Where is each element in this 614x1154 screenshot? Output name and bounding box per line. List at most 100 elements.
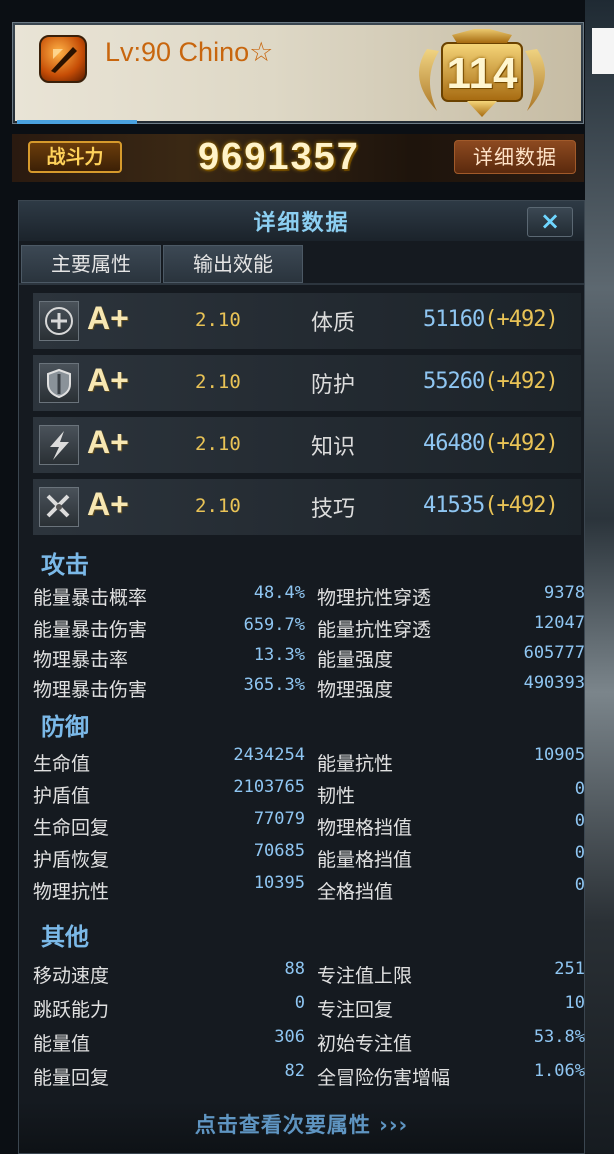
stat-label: 护盾恢复 — [33, 849, 110, 871]
player-name: Lv:90 Chino☆ — [105, 37, 274, 67]
stat-label: 韧性 — [317, 785, 356, 807]
stat-value: 51160 — [423, 307, 485, 332]
stat-name: 技巧 — [311, 497, 356, 522]
background-scene — [585, 0, 614, 1154]
stat-bonus: (+492) — [484, 369, 558, 394]
stat-grade: A+ — [87, 486, 129, 522]
tab-divider — [19, 283, 584, 285]
stat-value: 12047 — [533, 613, 585, 633]
stat-grade: A+ — [87, 424, 129, 460]
stat-coefficient: 2.10 — [195, 371, 241, 393]
combat-power-value: 9691357 — [198, 136, 360, 178]
detail-panel: 详细数据 × 主要属性 输出效能 A+ 2.10 体质 51160(+492) … — [18, 200, 585, 1154]
stat-label: 能量值 — [33, 1033, 91, 1055]
stat-label: 物理暴击伤害 — [33, 679, 148, 701]
tab-output-efficiency[interactable]: 输出效能 — [163, 245, 303, 283]
stat-bonus: (+492) — [484, 307, 558, 332]
stat-name: 防护 — [311, 373, 356, 398]
stat-label: 物理暴击率 — [33, 649, 129, 671]
stat-value: 53.8% — [533, 1027, 585, 1047]
stat-value-group: 51160(+492) — [423, 307, 559, 332]
stat-value: 365.3% — [243, 675, 305, 695]
stat-value: 0 — [574, 875, 585, 895]
stat-bonus: (+492) — [484, 431, 558, 456]
stat-value: 46480 — [423, 431, 485, 456]
stat-label: 全格挡值 — [317, 881, 394, 903]
stat-value-group: 41535(+492) — [423, 493, 559, 518]
combat-power-bar: 战斗力 9691357 详细数据 — [12, 134, 584, 182]
stat-name: 体质 — [311, 311, 356, 336]
cross-circle-icon — [39, 301, 79, 341]
stat-label: 生命值 — [33, 753, 91, 775]
stat-value: 70685 — [253, 841, 305, 861]
stat-label: 初始专注值 — [317, 1033, 413, 1055]
stat-label: 能量强度 — [317, 649, 394, 671]
stat-value-group: 46480(+492) — [423, 431, 559, 456]
stat-name: 知识 — [311, 435, 356, 460]
stat-value-group: 55260(+492) — [423, 369, 559, 394]
rank-number: 114 — [446, 49, 518, 98]
stat-label: 物理强度 — [317, 679, 394, 701]
close-button[interactable]: × — [527, 207, 573, 237]
panel-title-bar: 详细数据 × — [19, 201, 584, 241]
stat-value: 9378 — [544, 583, 585, 603]
stat-label: 专注值上限 — [317, 965, 413, 987]
rank-badge: 114 — [397, 27, 567, 119]
class-emblem-icon — [39, 35, 87, 83]
player-header-banner: Lv:90 Chino☆ 114 — [15, 25, 581, 121]
experience-bar — [17, 120, 137, 124]
stat-value: 251 — [554, 959, 585, 979]
stat-value: 0 — [294, 993, 305, 1013]
primary-stat-row: A+ 2.10 知识 46480(+492) — [33, 417, 581, 473]
stat-value: 0 — [574, 779, 585, 799]
section-title-defense: 防御 — [41, 713, 89, 741]
combat-power-label: 战斗力 — [28, 141, 122, 173]
section-title-other: 其他 — [41, 923, 89, 951]
stat-coefficient: 2.10 — [195, 433, 241, 455]
stat-value: 10905 — [533, 745, 585, 765]
stat-label: 生命回复 — [33, 817, 110, 839]
stat-value: 2434254 — [233, 745, 305, 765]
stat-label: 能量回复 — [33, 1067, 110, 1089]
stat-value: 41535 — [423, 493, 485, 518]
section-title-attack: 攻击 — [41, 551, 89, 579]
stat-value: 2103765 — [233, 777, 305, 797]
stat-label: 全冒险伤害增幅 — [317, 1067, 451, 1089]
stat-label: 移动速度 — [33, 965, 110, 987]
detail-data-button[interactable]: 详细数据 — [454, 140, 576, 174]
stat-value: 659.7% — [243, 615, 305, 635]
stat-label: 物理抗性穿透 — [317, 587, 432, 609]
stat-coefficient: 2.10 — [195, 309, 241, 331]
primary-stat-row: A+ 2.10 技巧 41535(+492) — [33, 479, 581, 535]
secondary-attributes-link[interactable]: 点击查看次要属性 ››› — [19, 1109, 584, 1139]
stat-coefficient: 2.10 — [195, 495, 241, 517]
stat-value: 48.4% — [253, 583, 305, 603]
stat-label: 能量暴击伤害 — [33, 619, 148, 641]
stat-value: 82 — [284, 1061, 305, 1081]
stat-grade: A+ — [87, 300, 129, 336]
sword-icon — [39, 487, 79, 527]
panel-title: 详细数据 — [253, 211, 350, 236]
tab-main-attributes[interactable]: 主要属性 — [21, 245, 161, 283]
stat-value: 1.06% — [533, 1061, 585, 1081]
stat-value: 605777 — [523, 643, 585, 663]
stat-value: 0 — [574, 843, 585, 863]
stat-value: 13.3% — [253, 645, 305, 665]
stat-grade: A+ — [87, 362, 129, 398]
stat-value: 0 — [574, 811, 585, 831]
stat-label: 专注回复 — [317, 999, 394, 1021]
stat-label: 能量抗性穿透 — [317, 619, 432, 641]
stat-label: 护盾值 — [33, 785, 91, 807]
shield-icon — [39, 363, 79, 403]
stat-value: 88 — [284, 959, 305, 979]
stat-label: 物理抗性 — [33, 881, 110, 903]
stat-value: 10395 — [253, 873, 305, 893]
stat-label: 物理格挡值 — [317, 817, 413, 839]
background-window-edge — [592, 28, 614, 74]
stat-value: 490393 — [523, 673, 585, 693]
lightning-icon — [39, 425, 79, 465]
stat-label: 能量格挡值 — [317, 849, 413, 871]
stat-value: 306 — [274, 1027, 305, 1047]
stat-label: 能量暴击概率 — [33, 587, 148, 609]
stat-value: 10 — [564, 993, 585, 1013]
